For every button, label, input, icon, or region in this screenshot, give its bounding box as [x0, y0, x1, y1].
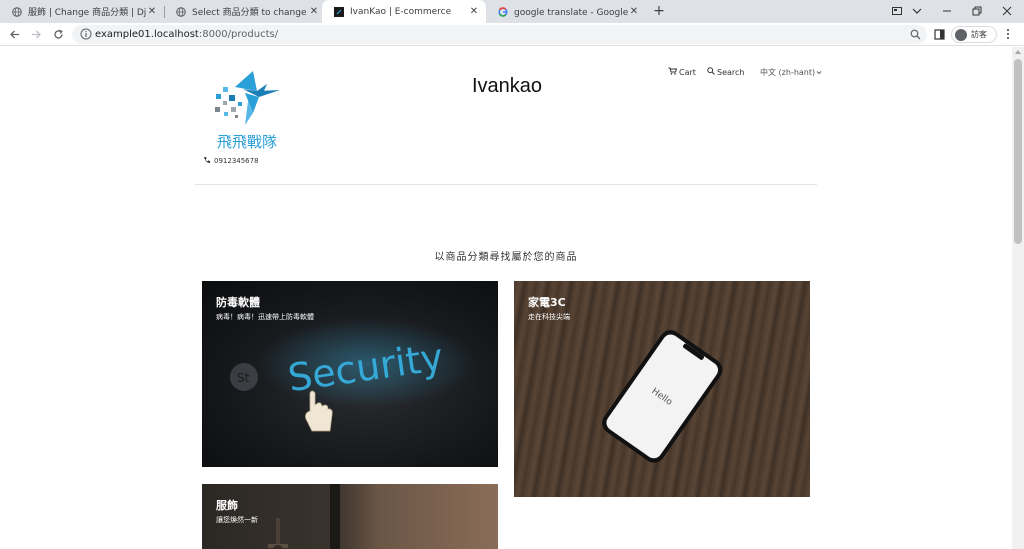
category-card-antivirus[interactable]: St Security 防毒軟體 病毒！病毒！迅速帶上防毒軟體: [202, 281, 498, 467]
chevron-down-icon: [816, 68, 822, 77]
zoom-search-icon[interactable]: [910, 25, 921, 47]
url-host: example01.localhost: [95, 29, 199, 40]
close-tab-icon[interactable]: ✕: [628, 6, 640, 17]
scrollbar-thumb[interactable]: [1014, 59, 1022, 244]
browser-tab[interactable]: 服飾 | Change 商品分類 | Django ✕: [0, 0, 164, 23]
new-tab-button[interactable]: +: [650, 2, 668, 20]
page-scrollbar[interactable]: [1012, 47, 1024, 549]
cart-icon: [668, 67, 678, 77]
section-heading: 以商品分類尋找屬於您的商品: [434, 252, 578, 263]
site-info-icon[interactable]: [80, 28, 92, 40]
site-title[interactable]: Ivankao: [440, 75, 574, 98]
minimize-icon[interactable]: [932, 0, 962, 23]
tab-title: Select 商品分類 to change | Djang: [192, 8, 308, 18]
web-page: 飛飛戰隊 0912345678 Ivankao Cart Search 中文 (…: [0, 47, 1012, 549]
browser-toolbar: example01.localhost:8000/products/ 訪客: [0, 23, 1024, 46]
back-arrow-icon[interactable]: [4, 23, 24, 46]
language-selector[interactable]: 中文 (zh-hant): [760, 67, 822, 78]
globe-icon: [176, 6, 186, 17]
cart-label: Cart: [679, 67, 696, 77]
site-favicon-icon: [334, 6, 344, 17]
browser-tab-strip: 服飾 | Change 商品分類 | Django ✕ Select 商品分類 …: [0, 0, 1024, 23]
google-icon: [498, 6, 508, 17]
category-title: 服飾: [216, 499, 238, 512]
reload-icon[interactable]: [48, 23, 68, 46]
phone-number: 0912345678: [214, 157, 259, 165]
tab-title: 服飾 | Change 商品分類 | Django: [28, 8, 146, 18]
search-label: Search: [717, 67, 745, 77]
close-tab-icon[interactable]: ✕: [308, 6, 320, 17]
search-icon: [707, 67, 715, 77]
browser-tab-active[interactable]: IvanKao | E-commerce ✕: [322, 0, 486, 23]
svg-text:St: St: [237, 371, 250, 385]
close-window-icon[interactable]: [992, 0, 1022, 23]
site-logo[interactable]: 飛飛戰隊: [205, 65, 289, 153]
category-title: 家電3C: [528, 296, 566, 309]
profile-label: 訪客: [971, 30, 987, 39]
globe-icon: [12, 6, 22, 17]
tab-title: google translate - Google 搜尋: [514, 8, 628, 18]
search-link[interactable]: Search: [707, 67, 744, 77]
close-tab-icon[interactable]: ✕: [468, 6, 480, 17]
category-subtitle: 讓您煥然一新: [216, 516, 258, 524]
forward-arrow-icon[interactable]: [26, 23, 46, 46]
tab-title: IvanKao | E-commerce: [350, 6, 452, 17]
category-title: 防毒軟體: [216, 296, 260, 309]
profile-button[interactable]: 訪客: [951, 26, 997, 43]
restore-icon[interactable]: [962, 0, 992, 23]
scroll-up-icon[interactable]: [1015, 50, 1021, 54]
svg-text:飛飛戰隊: 飛飛戰隊: [217, 133, 277, 151]
address-bar[interactable]: example01.localhost:8000/products/: [72, 25, 927, 44]
url-text[interactable]: example01.localhost:8000/products/: [95, 25, 278, 44]
side-panel-icon[interactable]: [934, 23, 945, 46]
more-menu-icon[interactable]: [1006, 23, 1010, 46]
avatar-icon: [955, 28, 967, 41]
header-divider: [195, 184, 817, 185]
category-subtitle: 病毒！病毒！迅速帶上防毒軟體: [216, 313, 314, 321]
hummingbird-logo-icon: 飛飛戰隊: [215, 71, 280, 151]
cart-link[interactable]: Cart: [668, 67, 696, 77]
phone-contact: 0912345678: [203, 156, 259, 166]
category-subtitle: 走在科技尖端: [528, 313, 570, 321]
url-path: :8000/products/: [198, 29, 279, 40]
browser-tab[interactable]: Select 商品分類 to change | Djang ✕: [164, 0, 326, 23]
category-card-fashion[interactable]: 服飾 讓您煥然一新: [202, 484, 498, 549]
browser-tab[interactable]: google translate - Google 搜尋 ✕: [486, 0, 646, 23]
category-card-electronics[interactable]: Hello 家電3C 走在科技尖端: [514, 281, 810, 497]
chevron-down-icon[interactable]: [902, 0, 932, 23]
close-tab-icon[interactable]: ✕: [146, 6, 158, 17]
phone-icon: [203, 156, 211, 166]
language-label: 中文 (zh-hant): [760, 68, 816, 77]
